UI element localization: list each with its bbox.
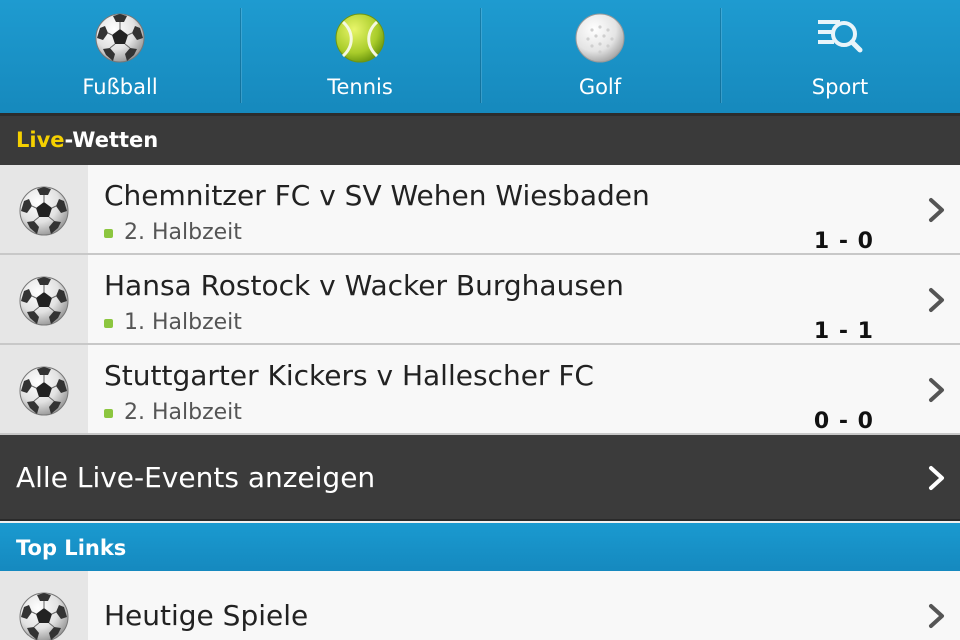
top-link-icon-cell xyxy=(0,571,88,640)
nav-item-golf[interactable]: Golf xyxy=(480,0,720,113)
live-event-row[interactable]: Stuttgarter Kickers v Hallescher FC 2. H… xyxy=(0,345,960,435)
event-status: 2. Halbzeit xyxy=(104,400,242,425)
event-score: 0 - 0 xyxy=(813,409,874,434)
event-icon-cell xyxy=(0,255,88,343)
chevron-right-icon xyxy=(929,198,944,222)
live-dot-icon xyxy=(104,319,113,328)
event-status: 1. Halbzeit xyxy=(104,310,242,335)
nav-item-label: Tennis xyxy=(327,75,393,99)
live-dot-icon xyxy=(104,229,113,238)
nav-item-fussball[interactable]: Fußball xyxy=(0,0,240,113)
all-live-events-button[interactable]: Alle Live-Events anzeigen xyxy=(0,435,960,521)
golf-ball-icon xyxy=(575,13,625,63)
all-live-events-label: Alle Live-Events anzeigen xyxy=(16,461,376,494)
event-title: Hansa Rostock v Wacker Burghausen xyxy=(104,269,624,302)
top-links-header: Top Links xyxy=(0,523,960,571)
event-score: 1 - 1 xyxy=(813,319,874,344)
event-icon-cell xyxy=(0,345,88,433)
football-icon xyxy=(18,591,70,640)
top-link-row[interactable]: Heutige Spiele xyxy=(0,571,960,640)
chevron-right-icon xyxy=(929,604,944,628)
event-status-text: 2. Halbzeit xyxy=(124,400,242,425)
chevron-right-icon xyxy=(929,378,944,402)
nav-item-sport[interactable]: Sport xyxy=(720,0,960,113)
chevron-right-icon xyxy=(929,466,944,490)
football-icon xyxy=(18,275,70,327)
chevron-right-icon xyxy=(929,288,944,312)
live-accent-text: Live xyxy=(16,128,65,152)
football-icon xyxy=(94,12,146,64)
football-icon xyxy=(18,365,70,417)
event-title: Chemnitzer FC v SV Wehen Wiesbaden xyxy=(104,179,650,212)
sport-navigation-bar: Fußball Tennis Golf Sport xyxy=(0,0,960,113)
football-icon xyxy=(18,185,70,237)
tennis-ball-icon xyxy=(335,13,385,63)
nav-item-label: Fußball xyxy=(82,75,158,99)
event-icon-cell xyxy=(0,165,88,253)
nav-item-tennis[interactable]: Tennis xyxy=(240,0,480,113)
live-title-rest: -Wetten xyxy=(64,128,159,152)
live-dot-icon xyxy=(104,409,113,418)
top-link-label: Heutige Spiele xyxy=(104,599,309,632)
event-status: 2. Halbzeit xyxy=(104,220,242,245)
event-title: Stuttgarter Kickers v Hallescher FC xyxy=(104,359,594,392)
event-score: 1 - 0 xyxy=(813,229,874,254)
event-status-text: 2. Halbzeit xyxy=(124,220,242,245)
nav-item-label: Sport xyxy=(811,75,869,99)
live-event-row[interactable]: Chemnitzer FC v SV Wehen Wiesbaden 2. Ha… xyxy=(0,165,960,255)
nav-item-label: Golf xyxy=(578,75,622,99)
live-event-row[interactable]: Hansa Rostock v Wacker Burghausen 1. Hal… xyxy=(0,255,960,345)
event-status-text: 1. Halbzeit xyxy=(124,310,242,335)
live-bets-header: Live-Wetten xyxy=(0,113,960,165)
search-list-icon xyxy=(818,20,863,53)
